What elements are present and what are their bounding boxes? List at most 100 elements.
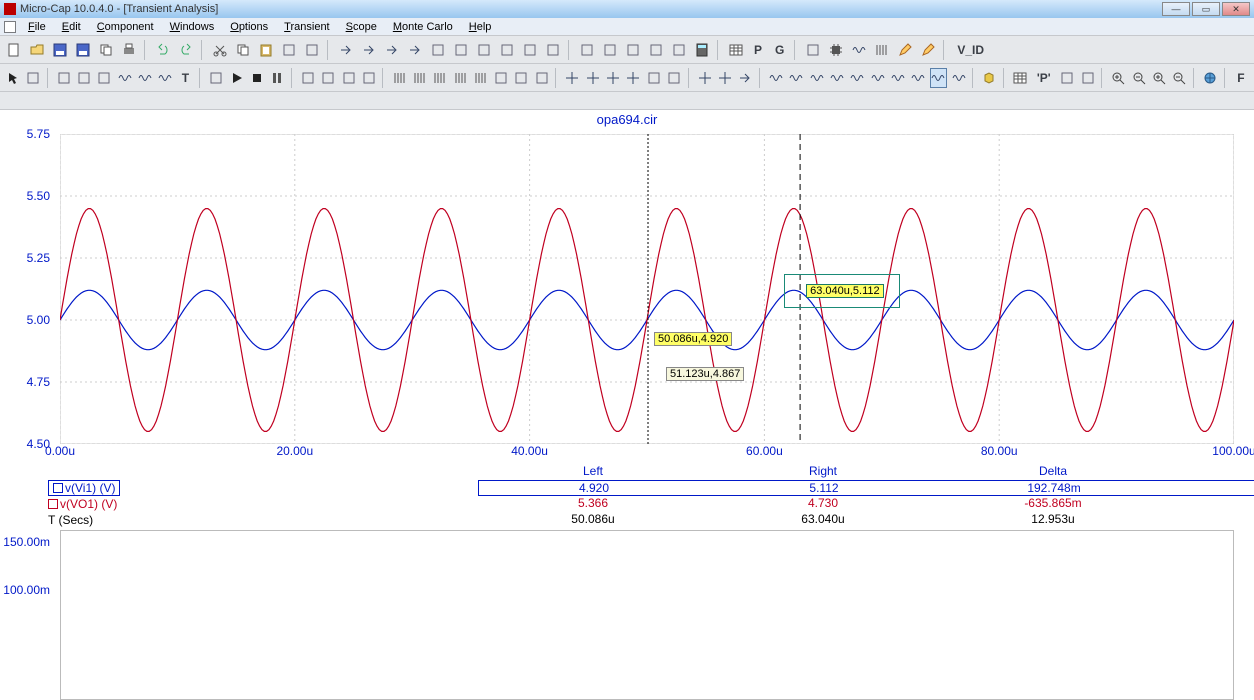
copy-button[interactable]: [233, 40, 253, 60]
save-all-button[interactable]: [73, 40, 93, 60]
target-button[interactable]: [696, 68, 713, 88]
menu-component[interactable]: Component: [89, 21, 162, 33]
diag4-button[interactable]: [533, 68, 550, 88]
ruler-button[interactable]: [803, 40, 823, 60]
anchor-button[interactable]: [55, 68, 72, 88]
zoom-out-button[interactable]: [1130, 68, 1147, 88]
grid-button[interactable]: [726, 40, 746, 60]
tag-button[interactable]: [24, 68, 41, 88]
tile1-button[interactable]: [577, 40, 597, 60]
cursor-button[interactable]: [4, 68, 21, 88]
dot-left-button[interactable]: [428, 40, 448, 60]
zoom-in-button[interactable]: [1110, 68, 1127, 88]
w1-button[interactable]: [767, 68, 784, 88]
new-button[interactable]: [4, 40, 24, 60]
wave3-button[interactable]: [157, 68, 174, 88]
cross3-button[interactable]: [604, 68, 621, 88]
menu-monte-carlo[interactable]: Monte Carlo: [385, 21, 461, 33]
arrow-right-button[interactable]: [405, 40, 425, 60]
w6-button[interactable]: [869, 68, 886, 88]
menu-edit[interactable]: Edit: [54, 21, 89, 33]
copy-doc-button[interactable]: [96, 40, 116, 60]
dot-right-button[interactable]: [451, 40, 471, 60]
w4-button[interactable]: [828, 68, 845, 88]
secondary-plot[interactable]: [60, 530, 1234, 700]
print-button[interactable]: [119, 40, 139, 60]
block2-button[interactable]: [543, 40, 563, 60]
box2-button[interactable]: [360, 68, 377, 88]
w9-button[interactable]: [930, 68, 947, 88]
w7-button[interactable]: [889, 68, 906, 88]
legend-label[interactable]: v(Vi1) (V): [65, 481, 115, 495]
legend-item[interactable]: v(Vi1) (V): [48, 480, 120, 496]
P2-button[interactable]: 'P': [1032, 68, 1056, 88]
text-button[interactable]: T: [177, 68, 194, 88]
w2-button[interactable]: [788, 68, 805, 88]
menu-scope[interactable]: Scope: [338, 21, 385, 33]
legend-label[interactable]: v(VO1) (V): [60, 497, 117, 511]
zoom-fit-button[interactable]: [1150, 68, 1167, 88]
wave1-button[interactable]: [116, 68, 133, 88]
scope-button[interactable]: [849, 40, 869, 60]
cross2-button[interactable]: [584, 68, 601, 88]
tile2-button[interactable]: [600, 40, 620, 60]
bars4-button[interactable]: [452, 68, 469, 88]
axis2-button[interactable]: [1079, 68, 1096, 88]
paste-button[interactable]: [256, 40, 276, 60]
arrow-left-button[interactable]: [336, 40, 356, 60]
bars1-button[interactable]: [391, 68, 408, 88]
box3-button[interactable]: [492, 68, 509, 88]
legend-label[interactable]: T (Secs): [48, 513, 93, 527]
diag3-button[interactable]: [513, 68, 530, 88]
axis1-button[interactable]: [1059, 68, 1076, 88]
tile3-button[interactable]: [623, 40, 643, 60]
w3-button[interactable]: [808, 68, 825, 88]
tile5-button[interactable]: [669, 40, 689, 60]
node-button[interactable]: [75, 68, 92, 88]
stop-button[interactable]: [248, 68, 265, 88]
cube-button[interactable]: [981, 68, 998, 88]
save-button[interactable]: [50, 40, 70, 60]
arrow-down-button[interactable]: [382, 40, 402, 60]
pause-button[interactable]: [269, 68, 286, 88]
calc-button[interactable]: [692, 40, 712, 60]
chip-button[interactable]: [826, 40, 846, 60]
cross4-button[interactable]: [625, 68, 642, 88]
table-button[interactable]: [1012, 68, 1029, 88]
menu-windows[interactable]: Windows: [162, 21, 223, 33]
G-button[interactable]: G: [770, 40, 789, 60]
F-button[interactable]: F: [1232, 68, 1249, 88]
vid-button[interactable]: V_ID: [952, 40, 989, 60]
maximize-button[interactable]: ▭: [1192, 2, 1220, 16]
open-button[interactable]: [27, 40, 47, 60]
line2-button[interactable]: [497, 40, 517, 60]
close-button[interactable]: ✕: [1222, 2, 1250, 16]
wave2-button[interactable]: [136, 68, 153, 88]
cross1-button[interactable]: [564, 68, 581, 88]
pencil-button[interactable]: [895, 40, 915, 60]
cut-button[interactable]: [210, 40, 230, 60]
chart-button[interactable]: [872, 40, 892, 60]
legend-item[interactable]: v(VO1) (V): [48, 496, 117, 512]
arrow-up-button[interactable]: [359, 40, 379, 60]
redo-button[interactable]: [176, 40, 196, 60]
star-button[interactable]: [645, 68, 662, 88]
box4-button[interactable]: [665, 68, 682, 88]
expand-button[interactable]: [279, 40, 299, 60]
menu-options[interactable]: Options: [222, 21, 276, 33]
bars5-button[interactable]: [472, 68, 489, 88]
w10-button[interactable]: [950, 68, 967, 88]
play-button[interactable]: [228, 68, 245, 88]
menu-help[interactable]: Help: [461, 21, 500, 33]
arrow-r-button[interactable]: [737, 68, 754, 88]
tile4-button[interactable]: [646, 40, 666, 60]
undo-button[interactable]: [153, 40, 173, 60]
w5-button[interactable]: [849, 68, 866, 88]
diag1-button[interactable]: [299, 68, 316, 88]
w8-button[interactable]: [909, 68, 926, 88]
line1-button[interactable]: [474, 40, 494, 60]
collapse-button[interactable]: [302, 40, 322, 60]
globe-button[interactable]: [1201, 68, 1218, 88]
plus-button[interactable]: [716, 68, 733, 88]
legend-item[interactable]: T (Secs): [48, 512, 93, 528]
